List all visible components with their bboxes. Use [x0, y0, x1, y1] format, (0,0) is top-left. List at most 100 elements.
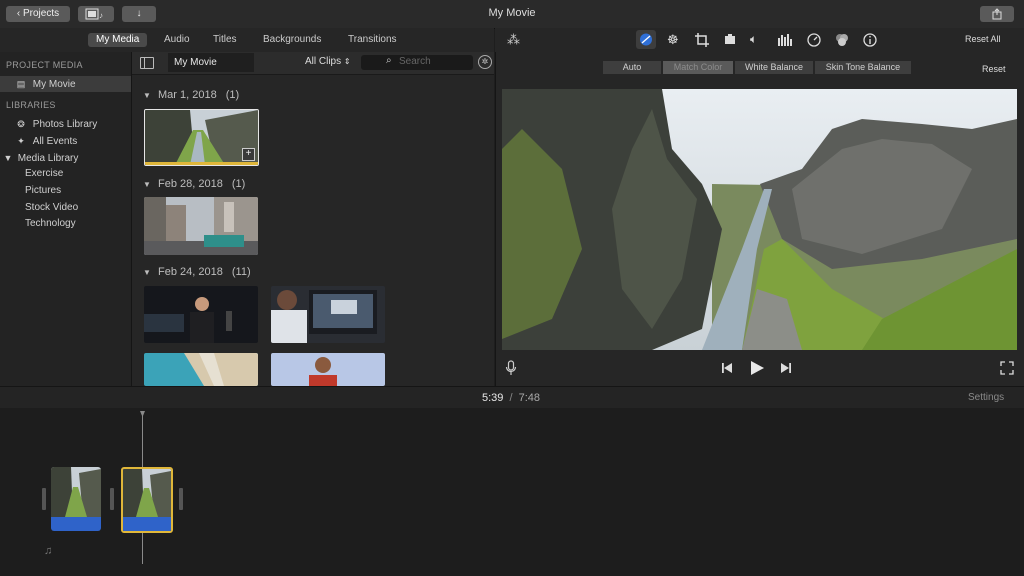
current-time: 5:39 [482, 392, 504, 404]
timeline-clip-selected[interactable] [121, 467, 173, 533]
date-group-header[interactable]: ▼ Feb 24, 2018 (11) [143, 266, 251, 278]
updown-chevron-icon: ⇕ [343, 57, 351, 66]
selection-range-bar [145, 162, 258, 165]
window-title: My Movie [488, 7, 536, 19]
timeline-settings-button[interactable]: Settings [968, 392, 1004, 403]
palette-icon[interactable]: ☸ [667, 32, 679, 48]
title-bar: ‹ Projects ♪ ↓ My Movie [0, 0, 1024, 29]
clip-filter-label: All Clips [305, 56, 342, 67]
clip-trim-handle[interactable] [110, 488, 114, 510]
adjustment-toolbar: ⁂ ☸ 🔈︎ Reset All [495, 28, 1024, 52]
group-count: (1) [225, 89, 240, 101]
add-clip-icon[interactable]: + [242, 148, 255, 161]
aerial-beach-thumbnail-image [144, 353, 258, 386]
video-filter-icon[interactable] [835, 33, 849, 47]
sidebar-item-label: Media Library [17, 153, 79, 164]
sidebar-item-exercise[interactable]: Exercise [0, 166, 131, 182]
speed-gauge-icon[interactable] [807, 33, 821, 47]
clip-thumbnail-presenter-2[interactable] [271, 353, 385, 386]
skip-back-icon[interactable] [721, 362, 733, 374]
skip-forward-icon[interactable] [780, 362, 792, 374]
photos-icon: ❂ [17, 119, 25, 129]
stabilization-camera-icon[interactable] [723, 34, 737, 46]
info-icon[interactable] [863, 33, 877, 47]
sidebar-item-media-library[interactable]: ▼ Media Library [0, 150, 131, 166]
sidebar-item-label: Pictures [25, 185, 62, 196]
canyon-video-frame [502, 89, 1017, 350]
date-group-header[interactable]: ▼ Mar 1, 2018 (1) [143, 89, 239, 101]
clapper-icon: ▤ [16, 79, 26, 89]
clip-thumbnail-editing[interactable] [271, 286, 385, 343]
fullscreen-icon[interactable] [1000, 361, 1014, 375]
timeline-clip-thumbnail [123, 469, 171, 531]
star-icon: ✦ [17, 136, 25, 146]
sidebar-item-label: Stock Video [25, 202, 79, 213]
presenter-thumbnail-image [144, 286, 258, 343]
sidebar-item-pictures[interactable]: Pictures [0, 183, 131, 199]
tab-titles[interactable]: Titles [205, 33, 245, 47]
timeline-clip[interactable] [51, 467, 101, 531]
event-title: My Movie [168, 53, 254, 72]
clip-thumbnail-presenter-1[interactable] [144, 286, 258, 343]
magic-wand-icon[interactable]: ⁂ [507, 32, 520, 48]
search-icon: ⌕ [386, 55, 392, 66]
libraries-header: LIBRARIES [6, 100, 56, 110]
color-balance-tool[interactable] [636, 30, 656, 49]
clip-thumbnail-city[interactable] [144, 197, 258, 255]
skin-tone-balance-button[interactable]: Skin Tone Balance [815, 61, 911, 74]
clip-trim-handle[interactable] [179, 488, 183, 510]
sidebar-item-all-events[interactable]: ✦ All Events [0, 133, 131, 149]
total-time: 7:48 [518, 392, 541, 404]
gear-icon[interactable]: ✲ [478, 55, 492, 69]
timecode-bar: 5:39 / 7:48 Settings [0, 386, 1024, 409]
disclosure-triangle-icon[interactable]: ▼ [3, 150, 13, 166]
project-media-header: PROJECT MEDIA [6, 60, 83, 70]
disclosure-triangle-icon: ▼ [143, 91, 151, 100]
sidebar-item-label: My Movie [32, 79, 76, 90]
tab-audio[interactable]: Audio [156, 33, 198, 47]
match-color-button[interactable]: Match Color [663, 61, 733, 74]
white-balance-button[interactable]: White Balance [735, 61, 813, 74]
volume-icon[interactable]: 🔈︎ [750, 32, 757, 47]
reset-all-button[interactable]: Reset All [965, 34, 1001, 44]
equalizer-icon[interactable] [778, 34, 794, 46]
clip-trim-handle[interactable] [42, 488, 46, 510]
editing-desk-thumbnail-image [271, 286, 385, 343]
sidebar-item-my-movie[interactable]: ▤ My Movie [0, 76, 131, 92]
group-date: Mar 1, 2018 [157, 89, 217, 101]
date-group-header[interactable]: ▼ Feb 28, 2018 (1) [143, 178, 245, 190]
sidebar-item-technology[interactable]: Technology [0, 216, 131, 232]
timeline-clip-thumbnail [51, 467, 101, 531]
clip-thumbnail-canyon[interactable]: + [144, 109, 259, 166]
search-input[interactable]: ⌕ Search [361, 55, 473, 70]
tab-transitions[interactable]: Transitions [340, 33, 405, 47]
play-icon[interactable] [749, 360, 765, 376]
tab-my-media[interactable]: My Media [88, 33, 148, 47]
video-preview[interactable] [502, 89, 1017, 350]
sidebar-item-label: Exercise [25, 168, 64, 179]
microphone-icon[interactable] [505, 360, 517, 376]
presenter-portrait-thumbnail-image [271, 353, 385, 386]
share-button[interactable] [980, 6, 1014, 22]
group-count: (11) [231, 266, 251, 278]
color-balance-icon [640, 33, 652, 46]
group-date: Feb 28, 2018 [157, 178, 223, 190]
sidebar-item-stock-video[interactable]: Stock Video [0, 200, 131, 216]
tab-backgrounds[interactable]: Backgrounds [255, 33, 329, 47]
clip-thumbnail-aerial[interactable] [144, 353, 258, 386]
share-icon [992, 8, 1002, 20]
reset-button[interactable]: Reset [982, 64, 1006, 74]
browser-toolbar: My Movie All Clips ⇕ ⌕ Search ✲ [132, 52, 494, 75]
sidebar-item-label: Photos Library [32, 119, 98, 130]
search-placeholder: Search [399, 56, 431, 67]
sidebar-item-label: All Events [32, 136, 78, 147]
color-auto-button[interactable]: Auto [603, 61, 661, 74]
clip-filter-select[interactable]: All Clips ⇕ [305, 56, 351, 67]
crop-icon[interactable] [695, 33, 709, 47]
disclosure-triangle-icon: ▼ [143, 268, 151, 277]
city-street-thumbnail-image [144, 197, 258, 255]
sidebar-toggle-icon[interactable] [140, 57, 154, 69]
music-note-icon: ♫ [44, 545, 53, 557]
sidebar-item-photos-library[interactable]: ❂ Photos Library [0, 116, 131, 132]
timecode: 5:39 / 7:48 [482, 392, 540, 404]
